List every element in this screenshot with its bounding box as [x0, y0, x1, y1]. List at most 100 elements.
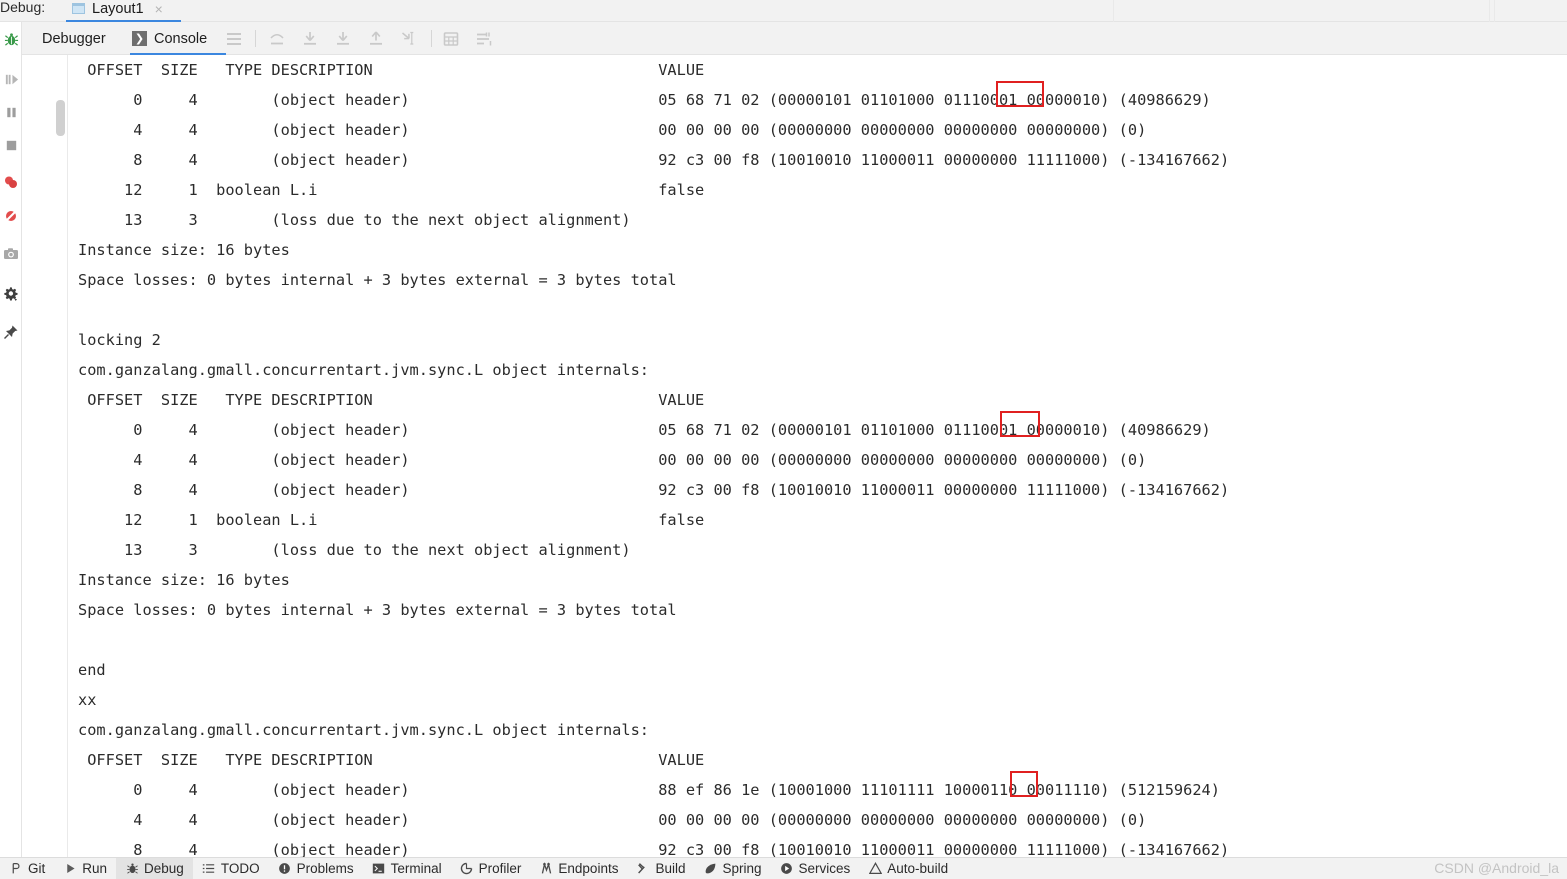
pause-program-icon[interactable] [0, 95, 22, 129]
status-item-label: Auto-build [887, 861, 949, 876]
problems-warning-icon [278, 862, 292, 876]
settings-list-icon[interactable] [474, 29, 494, 49]
console-line: 13 3 (loss due to the next object alignm… [78, 541, 631, 559]
console-line: Instance size: 16 bytes [78, 571, 290, 589]
run-play-icon [63, 862, 77, 876]
console-line: Space losses: 0 bytes internal + 3 bytes… [78, 271, 677, 289]
debug-label: Debug: [0, 0, 46, 15]
status-item-git[interactable]: Git [0, 858, 54, 879]
status-item-debug[interactable]: Debug [116, 857, 193, 879]
console-line: 8 4 (object header) 92 c3 00 f8 (1001001… [78, 151, 1230, 169]
tab-console-label: Console [154, 30, 208, 47]
console-scrollbar-thumb[interactable] [56, 100, 65, 136]
console-line: 0 4 (object header) 88 ef 86 1e (1000100… [78, 781, 1220, 799]
console-line: locking 2 [78, 331, 161, 349]
status-bar: Git Run Debug TODO Problems Terminal Profiler E… [0, 857, 1567, 879]
git-branch-icon [9, 862, 23, 876]
step-over-icon[interactable] [267, 29, 287, 49]
console-line: Space losses: 0 bytes internal + 3 bytes… [78, 601, 677, 619]
toolbar-separator-1 [255, 30, 256, 47]
tab-console[interactable]: ❯ Console [130, 22, 226, 55]
status-item-label: Terminal [390, 861, 442, 876]
status-item-run[interactable]: Run [54, 858, 116, 879]
status-item-label: TODO [220, 861, 260, 876]
tab-debugger-label: Debugger [42, 30, 106, 47]
status-item-build[interactable]: Build [627, 858, 694, 879]
console-line: 13 3 (loss due to the next object alignm… [78, 211, 631, 229]
close-icon[interactable]: × [155, 1, 163, 17]
console-line: 12 1 boolean L.i false [78, 511, 705, 529]
console-line: 8 4 (object header) 92 c3 00 f8 (1001001… [78, 481, 1230, 499]
todo-list-icon [202, 862, 216, 876]
console-line: com.ganzalang.gmall.concurrentart.jvm.sy… [78, 361, 649, 379]
spring-leaf-icon [703, 862, 717, 876]
terminal-icon [372, 862, 386, 876]
mute-breakpoints-icon[interactable] [0, 199, 22, 233]
layout-tab[interactable]: Layout1 × [66, 0, 181, 22]
pin-icon[interactable] [0, 315, 22, 349]
status-item-services[interactable]: Services [771, 858, 860, 879]
console-line: 8 4 (object header) 92 c3 00 f8 (1001001… [78, 841, 1230, 857]
console-line: xx [78, 691, 97, 709]
auto-build-warning-icon [868, 862, 882, 876]
status-item-label: Git [28, 861, 46, 876]
console-line: com.ganzalang.gmall.concurrentart.jvm.sy… [78, 721, 649, 739]
profiler-icon [460, 862, 474, 876]
status-item-label: Build [655, 861, 686, 876]
status-item-label: Debug [144, 861, 184, 876]
step-out-icon[interactable] [366, 29, 386, 49]
console-gutter [23, 55, 68, 857]
console-line: 4 4 (object header) 00 00 00 00 (0000000… [78, 811, 1147, 829]
console-line: 0 4 (object header) 05 68 71 02 (0000010… [78, 91, 1211, 109]
status-item-endpoints[interactable]: Endpoints [530, 858, 627, 879]
console-line: end [78, 661, 106, 679]
debug-bug-icon [125, 862, 139, 876]
status-item-label: Run [82, 861, 108, 876]
status-item-todo[interactable]: TODO [193, 858, 269, 879]
console-line: 12 1 boolean L.i false [78, 181, 705, 199]
console-text: OFFSET SIZE TYPE DESCRIPTION VALUE 0 4 (… [78, 55, 1567, 857]
status-item-label: Endpoints [558, 861, 619, 876]
run-to-cursor-icon[interactable] [399, 29, 419, 49]
tab-debugger[interactable]: Debugger [42, 22, 106, 55]
debug-tool-rail [0, 22, 22, 857]
console-line: OFFSET SIZE TYPE DESCRIPTION VALUE [78, 751, 705, 769]
resume-program-icon[interactable] [0, 62, 22, 96]
tabstrip-divider-2 [1489, 0, 1490, 22]
debug-tabstrip: Debug: Layout1 × [0, 0, 1567, 22]
status-item-terminal[interactable]: Terminal [363, 858, 451, 879]
status-item-label: Problems [296, 861, 354, 876]
stop-icon[interactable] [0, 128, 22, 162]
ide-window: Debug: Layout1 × Debugger ❯ Console OFFS… [0, 0, 1567, 879]
status-item-auto-build[interactable]: Auto-build [859, 858, 957, 879]
watermark: CSDN @Android_la [1434, 860, 1559, 876]
build-hammer-icon [636, 862, 650, 876]
console-toolbar: Debugger ❯ Console [22, 22, 1567, 55]
screenshot-icon[interactable] [0, 237, 22, 271]
settings-gear-icon[interactable] [0, 277, 22, 311]
tabstrip-divider-3 [1494, 0, 1495, 22]
status-item-label: Services [798, 861, 851, 876]
status-item-spring[interactable]: Spring [694, 858, 770, 879]
soft-wrap-icon[interactable] [224, 29, 244, 49]
window-icon [72, 3, 85, 14]
debug-bug-icon[interactable] [0, 22, 22, 56]
console-line: 4 4 (object header) 00 00 00 00 (0000000… [78, 451, 1147, 469]
console-line: 0 4 (object header) 05 68 71 02 (0000010… [78, 421, 1211, 439]
view-breakpoints-icon[interactable] [0, 165, 22, 199]
status-item-label: Spring [722, 861, 762, 876]
services-play-icon [780, 862, 794, 876]
console-output-area[interactable]: OFFSET SIZE TYPE DESCRIPTION VALUE 0 4 (… [23, 55, 1567, 857]
evaluate-expression-icon[interactable] [441, 29, 461, 49]
step-into-icon[interactable] [300, 29, 320, 49]
tabstrip-divider-1 [1113, 0, 1114, 22]
status-item-profiler[interactable]: Profiler [451, 858, 531, 879]
force-step-into-icon[interactable] [333, 29, 353, 49]
console-icon: ❯ [132, 31, 147, 46]
layout-tab-label: Layout1 [92, 0, 144, 17]
toolbar-separator-2 [431, 30, 432, 47]
console-line: OFFSET SIZE TYPE DESCRIPTION VALUE [78, 61, 705, 79]
status-item-problems[interactable]: Problems [269, 858, 363, 879]
